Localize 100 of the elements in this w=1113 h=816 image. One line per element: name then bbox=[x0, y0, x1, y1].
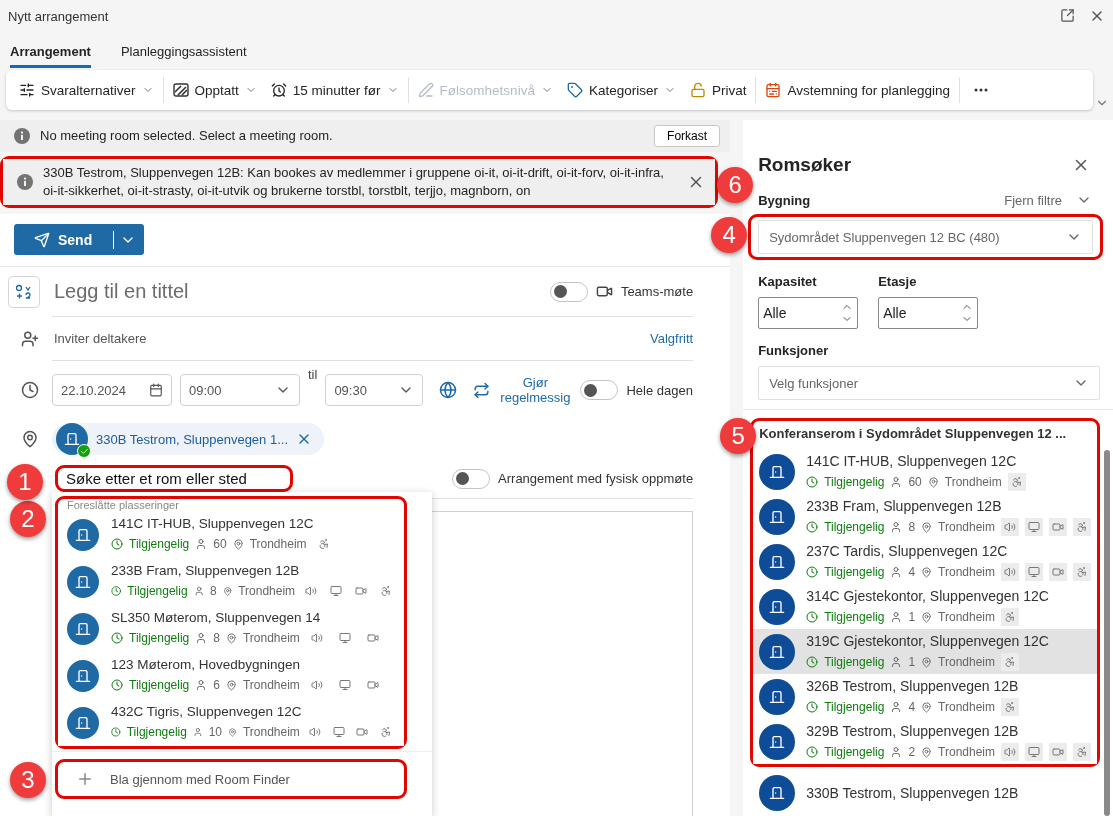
room-capacity: 60 bbox=[213, 537, 227, 551]
accessibility-icon bbox=[1076, 566, 1088, 578]
room-capacity: 4 bbox=[908, 565, 916, 579]
room-name: 432C Tigris, Sluppenvegen 12C bbox=[111, 704, 303, 719]
clock-icon bbox=[111, 632, 123, 644]
emoji-grid-icon[interactable] bbox=[8, 276, 40, 308]
clear-filters-button[interactable]: Fjern filtre bbox=[1004, 192, 1100, 208]
accessibility-icon bbox=[1004, 701, 1016, 713]
start-time-select[interactable]: 09:00 bbox=[180, 374, 300, 406]
callout-badge: 2 bbox=[10, 501, 46, 537]
optional-link[interactable]: Valgfritt bbox=[650, 331, 694, 346]
room-name: SL350 Møterom, Sluppenvegen 14 bbox=[111, 610, 322, 625]
end-time-select[interactable]: 09:30 bbox=[325, 374, 424, 406]
floor-spinner[interactable]: Alle bbox=[878, 297, 979, 329]
toolbar-button[interactable]: Svaralternativer bbox=[12, 77, 161, 103]
toolbar-button[interactable]: Privat bbox=[682, 77, 754, 103]
clock-icon bbox=[806, 611, 819, 623]
person-icon bbox=[890, 746, 903, 758]
location-pin-icon bbox=[921, 611, 933, 623]
door-icon bbox=[75, 526, 91, 543]
room-city: Trondheim bbox=[242, 631, 300, 645]
recurring-link[interactable]: Gjør regelmessig bbox=[473, 375, 573, 405]
availability-status: Tilgjengelig bbox=[824, 610, 885, 624]
accessibility-icon bbox=[1004, 611, 1016, 623]
room-capacity: 8 bbox=[210, 584, 217, 598]
video-camera-icon bbox=[354, 585, 367, 597]
video-camera-icon bbox=[1052, 566, 1064, 578]
speaker-icon bbox=[1004, 566, 1016, 578]
globe-icon[interactable] bbox=[439, 381, 458, 399]
send-button[interactable]: Send bbox=[14, 224, 144, 255]
in-person-label: Arrangement med fysisk oppmøte bbox=[498, 471, 694, 486]
scrollbar[interactable] bbox=[1104, 450, 1110, 816]
paper-plane-icon bbox=[34, 231, 50, 248]
room-capacity: 1 bbox=[908, 610, 916, 624]
person-icon bbox=[193, 585, 204, 597]
person-icon bbox=[890, 701, 903, 713]
striped-box-icon bbox=[172, 83, 189, 97]
speaker-icon bbox=[1004, 521, 1016, 533]
room-item[interactable]: 319C Gjestekontor, Sluppenvegen 12C Tilgjengelig 1 Trondheim bbox=[753, 629, 1097, 674]
location-pin-icon bbox=[921, 521, 933, 533]
room-city: Trondheim bbox=[238, 584, 296, 598]
callout-badge: 5 bbox=[720, 418, 757, 454]
person-icon bbox=[890, 476, 903, 488]
toolbar-button[interactable]: Kategoriser bbox=[559, 77, 683, 103]
clock-icon bbox=[806, 521, 819, 533]
check-badge-icon bbox=[77, 444, 91, 458]
monitor-icon bbox=[1028, 746, 1040, 758]
accessibility-icon bbox=[379, 585, 392, 597]
functions-select[interactable]: Velg funksjoner bbox=[758, 366, 1100, 400]
callout-badge: 1 bbox=[7, 464, 43, 500]
speaker-icon bbox=[310, 632, 323, 644]
clock-icon bbox=[806, 566, 819, 578]
door-icon bbox=[769, 785, 786, 801]
door-icon bbox=[769, 464, 786, 480]
building-label: Bygning bbox=[758, 192, 811, 208]
video-camera-icon bbox=[1052, 746, 1064, 758]
speaker-icon bbox=[1004, 746, 1016, 758]
availability-status: Tilgjengelig bbox=[129, 537, 190, 551]
location-chip[interactable]: 330B Testrom, Sluppenvegen 1... bbox=[52, 423, 324, 455]
pop-out-icon[interactable] bbox=[1060, 8, 1075, 23]
date-field[interactable]: 22.10.2024 bbox=[52, 374, 172, 406]
toggle-switch[interactable] bbox=[452, 468, 491, 489]
door-icon bbox=[769, 689, 786, 705]
tab[interactable]: Planleggingsassistent bbox=[120, 40, 247, 68]
padlock-icon bbox=[689, 82, 706, 98]
toolbar-button[interactable]: Avstemning for planlegging bbox=[758, 77, 958, 103]
location-chip-text: 330B Testrom, Sluppenvegen 1... bbox=[96, 431, 288, 447]
more-icon bbox=[974, 88, 989, 92]
toggle-switch[interactable] bbox=[549, 281, 588, 302]
location-search-field[interactable]: Søke etter et rom eller sted bbox=[58, 468, 290, 489]
browse-room-finder-button[interactable]: Bla gjennom med Room Finder bbox=[58, 762, 404, 796]
toolbar-button[interactable]: 15 minutter før bbox=[263, 77, 406, 103]
person-icon bbox=[890, 611, 903, 623]
pen-icon bbox=[417, 82, 434, 98]
monitor-icon bbox=[329, 585, 342, 597]
availability-status: Tilgjengelig bbox=[824, 565, 885, 579]
info-icon bbox=[14, 128, 30, 144]
window-title: Nytt arrangement bbox=[8, 8, 109, 24]
accessibility-icon bbox=[1076, 746, 1088, 758]
toggle-switch[interactable] bbox=[580, 380, 619, 400]
capacity-spinner[interactable]: Alle bbox=[758, 297, 859, 329]
callout-badge: 3 bbox=[10, 762, 46, 798]
accessibility-icon bbox=[1010, 476, 1023, 488]
plus-icon bbox=[76, 770, 94, 788]
location-pin-icon bbox=[921, 656, 933, 668]
alarm-clock-icon bbox=[270, 82, 287, 98]
info-icon bbox=[17, 174, 33, 190]
monitor-icon bbox=[1028, 566, 1040, 578]
room-city: Trondheim bbox=[938, 655, 995, 669]
toolbar-button[interactable]: Opptatt bbox=[165, 77, 264, 103]
building-select[interactable]: Sydområdet Sluppenvegen 12 BC (480) bbox=[758, 220, 1093, 254]
door-icon bbox=[64, 431, 80, 447]
room-name: 233B Fram, Sluppenvegen 12B bbox=[111, 563, 301, 578]
video-camera-icon bbox=[366, 632, 379, 644]
room-name: 141C IT-HUB, Sluppenvegen 12C bbox=[806, 453, 1018, 469]
repeat-icon bbox=[473, 381, 491, 399]
clock-icon bbox=[111, 679, 123, 691]
clock-icon bbox=[806, 746, 819, 758]
discard-button[interactable]: Forkast bbox=[654, 125, 721, 147]
door-icon bbox=[769, 554, 786, 570]
